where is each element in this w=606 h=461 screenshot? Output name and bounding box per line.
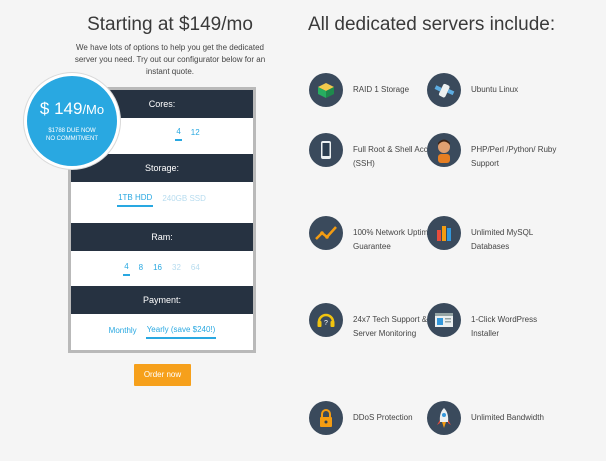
feature-mysql: Unlimited MySQL Databases bbox=[427, 216, 567, 276]
features-title: All dedicated servers include: bbox=[308, 14, 556, 35]
feature-ubuntu: Ubuntu Linux bbox=[427, 73, 567, 133]
storage-option-1tb-hdd[interactable]: 1TB HDD bbox=[117, 193, 154, 207]
storage-box-icon bbox=[309, 73, 343, 107]
payment-options: Monthly Yearly (save $240!) bbox=[71, 316, 253, 348]
payment-option-monthly[interactable]: Monthly bbox=[108, 326, 138, 338]
order-now-button[interactable]: Order now bbox=[134, 364, 191, 386]
ram-option-4[interactable]: 4 bbox=[123, 262, 130, 276]
feature-languages: PHP/Perl /Python/ Ruby Support bbox=[427, 133, 567, 193]
badge-subtext: $1788 DUE NOW NO COMMITMENT bbox=[46, 128, 98, 142]
ubuntu-satellite-icon bbox=[427, 73, 461, 107]
price-badge: $ 149/Mo $1788 DUE NOW NO COMMITMENT bbox=[24, 73, 120, 169]
support-headset-icon: ? bbox=[309, 303, 343, 337]
cores-option-4[interactable]: 4 bbox=[175, 127, 182, 141]
phone-device-icon bbox=[309, 133, 343, 167]
ram-option-32[interactable]: 32 bbox=[171, 263, 182, 275]
pricing-intro: We have lots of options to help you get … bbox=[74, 43, 266, 76]
rocket-icon bbox=[427, 401, 461, 435]
payment-header: Payment: bbox=[71, 286, 253, 314]
cores-option-12[interactable]: 12 bbox=[190, 128, 201, 140]
wordpress-window-icon bbox=[427, 303, 461, 337]
feature-wordpress: 1-Click WordPress Installer bbox=[427, 303, 567, 363]
feature-bandwidth: Unlimited Bandwidth bbox=[427, 401, 567, 461]
ram-option-8[interactable]: 8 bbox=[138, 263, 144, 275]
storage-options: 1TB HDD 240GB SSD bbox=[71, 184, 253, 216]
storage-option-240gb-ssd[interactable]: 240GB SSD bbox=[161, 194, 207, 206]
ram-option-16[interactable]: 16 bbox=[152, 263, 163, 275]
uptime-graph-icon bbox=[309, 216, 343, 250]
lock-icon bbox=[309, 401, 343, 435]
ram-header: Ram: bbox=[71, 223, 253, 251]
ram-options: 4 8 16 32 64 bbox=[71, 253, 253, 285]
developer-avatar-icon bbox=[427, 133, 461, 167]
pricing-title: Starting at $149/mo bbox=[87, 14, 253, 35]
payment-option-yearly[interactable]: Yearly (save $240!) bbox=[145, 325, 217, 339]
svg-text:?: ? bbox=[324, 320, 328, 327]
badge-price: $ 149/Mo bbox=[39, 99, 105, 118]
database-bars-icon bbox=[427, 216, 461, 250]
ram-option-64[interactable]: 64 bbox=[190, 263, 201, 275]
